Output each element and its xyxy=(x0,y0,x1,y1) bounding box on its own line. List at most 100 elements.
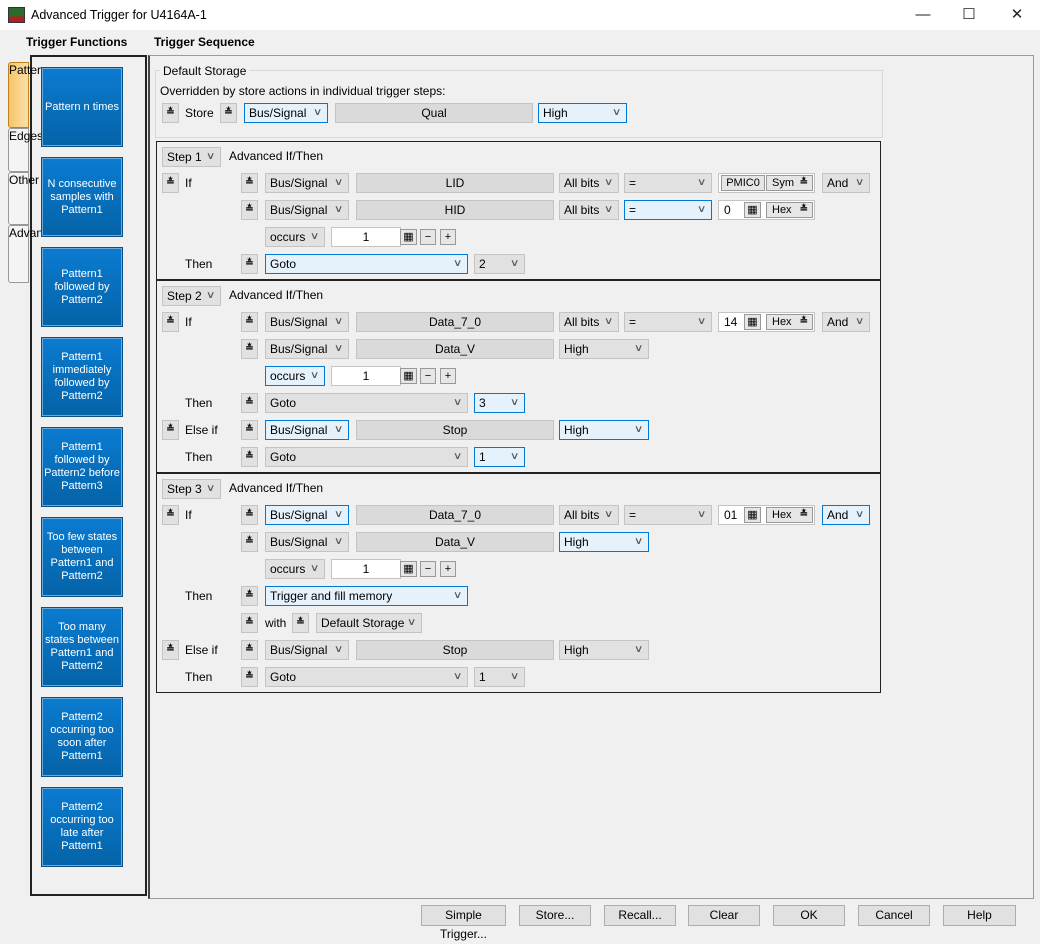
level-select[interactable]: High xyxy=(559,420,649,440)
op-select[interactable]: = xyxy=(624,200,712,220)
step-select[interactable]: Step 3 xyxy=(162,479,221,499)
expand-chevron-icon[interactable]: ≛ xyxy=(241,640,258,660)
value-input[interactable]: 14 ▦ Hex ≛ xyxy=(718,312,815,332)
format-select[interactable]: Sym ≛ xyxy=(766,175,813,191)
step-select[interactable]: Step 2 xyxy=(162,286,221,306)
function-button[interactable]: Too many states between Pattern1 and Pat… xyxy=(41,607,123,687)
format-select[interactable]: Hex ≛ xyxy=(766,202,813,218)
simple-trigger-button[interactable]: Simple Trigger... xyxy=(421,905,506,941)
expand-chevron-icon[interactable]: ≛ xyxy=(241,505,258,525)
expand-chevron-icon[interactable]: ≛ xyxy=(162,505,179,525)
close-button[interactable]: ✕ xyxy=(994,0,1040,30)
level-select[interactable]: High xyxy=(559,640,649,660)
calculator-icon[interactable]: ▦ xyxy=(400,561,417,577)
clear-button[interactable]: Clear xyxy=(688,905,760,926)
signal-type-select[interactable]: Bus/Signal xyxy=(265,420,349,440)
minimize-button[interactable]: — xyxy=(900,0,946,30)
goto-select[interactable]: 1 xyxy=(474,667,525,687)
expand-chevron-icon[interactable]: ≛ xyxy=(241,613,258,633)
value-text[interactable]: 14 xyxy=(724,313,737,331)
expand-chevron-icon[interactable]: ≛ xyxy=(241,667,258,687)
tab-patterns[interactable]: Patterns xyxy=(8,62,54,128)
logic-select[interactable]: And xyxy=(822,173,870,193)
tab-other[interactable]: Other xyxy=(8,172,39,225)
action-select[interactable]: Goto xyxy=(265,447,468,467)
expand-chevron-icon[interactable]: ≛ xyxy=(162,312,179,332)
value-input[interactable]: PMIC0 Sym ≛ xyxy=(718,173,815,193)
signal-field[interactable]: Stop xyxy=(356,640,554,660)
expand-chevron-icon[interactable]: ≛ xyxy=(241,447,258,467)
value-text[interactable]: 01 xyxy=(724,506,737,524)
tab-advanced[interactable]: Advanced xyxy=(8,225,62,283)
expand-chevron-icon[interactable]: ≛ xyxy=(162,420,179,440)
level-select[interactable]: High xyxy=(559,532,649,552)
function-button[interactable]: Pattern1 followed by Pattern2 before Pat… xyxy=(41,427,123,507)
expand-chevron-icon[interactable]: ≛ xyxy=(241,312,258,332)
calculator-icon[interactable]: ▦ xyxy=(744,202,761,218)
increment-button[interactable]: + xyxy=(440,561,456,577)
expand-chevron-icon[interactable]: ≛ xyxy=(241,339,258,359)
storage-select[interactable]: Default Storage xyxy=(316,613,422,633)
occurrence-count-input[interactable]: 1 xyxy=(331,366,401,386)
signal-field[interactable]: Data_7_0 xyxy=(356,312,554,332)
format-select[interactable]: Hex ≛ xyxy=(766,314,813,330)
expand-chevron-icon[interactable]: ≛ xyxy=(241,254,258,274)
signal-type-select[interactable]: Bus/Signal xyxy=(265,312,349,332)
format-select[interactable]: Hex ≛ xyxy=(766,507,813,523)
step-select[interactable]: Step 1 xyxy=(162,147,221,167)
occurrence-count-input[interactable]: 1 xyxy=(331,559,401,579)
expand-chevron-icon[interactable]: ≛ xyxy=(162,640,179,660)
bits-select[interactable]: All bits xyxy=(559,505,619,525)
level-select[interactable]: High xyxy=(559,339,649,359)
function-button[interactable]: Pattern1 followed by Pattern2 xyxy=(41,247,123,327)
occurs-select[interactable]: occurs xyxy=(265,366,325,386)
expand-chevron-icon[interactable]: ≛ xyxy=(241,532,258,552)
expand-chevron-icon[interactable]: ≛ xyxy=(241,200,258,220)
bits-select[interactable]: All bits xyxy=(559,173,619,193)
expand-chevron-icon[interactable]: ≛ xyxy=(241,420,258,440)
ok-button[interactable]: OK xyxy=(773,905,845,926)
signal-field[interactable]: Data_V xyxy=(356,339,554,359)
bits-select[interactable]: All bits xyxy=(559,200,619,220)
signal-type-select[interactable]: Bus/Signal xyxy=(265,640,349,660)
calculator-icon[interactable]: ▦ xyxy=(744,507,761,523)
expand-chevron-icon[interactable]: ≛ xyxy=(292,613,309,633)
value-input[interactable]: 0 ▦ Hex ≛ xyxy=(718,200,815,220)
value-text[interactable]: 0 xyxy=(724,201,731,219)
store-button[interactable]: Store... xyxy=(519,905,591,926)
function-button[interactable]: Pattern1 immediately followed by Pattern… xyxy=(41,337,123,417)
occurs-select[interactable]: occurs xyxy=(265,559,325,579)
function-button[interactable]: Too few states between Pattern1 and Patt… xyxy=(41,517,123,597)
signal-field[interactable]: HID xyxy=(356,200,554,220)
storage-signal-field[interactable]: Qual xyxy=(335,103,533,123)
action-select[interactable]: Goto xyxy=(265,393,468,413)
signal-type-select[interactable]: Bus/Signal xyxy=(265,532,349,552)
function-button[interactable]: Pattern2 occurring too late after Patter… xyxy=(41,787,123,867)
signal-field[interactable]: Data_7_0 xyxy=(356,505,554,525)
cancel-button[interactable]: Cancel xyxy=(858,905,930,926)
expand-chevron-icon[interactable]: ≛ xyxy=(162,173,179,193)
expand-chevron-icon[interactable]: ≛ xyxy=(241,586,258,606)
op-select[interactable]: = xyxy=(624,505,712,525)
recall-button[interactable]: Recall... xyxy=(604,905,676,926)
goto-select[interactable]: 2 xyxy=(474,254,525,274)
decrement-button[interactable]: − xyxy=(420,561,436,577)
decrement-button[interactable]: − xyxy=(420,368,436,384)
action-select[interactable]: Goto xyxy=(265,667,468,687)
logic-select[interactable]: And xyxy=(822,312,870,332)
expand-chevron-icon[interactable]: ≛ xyxy=(162,103,179,123)
help-button[interactable]: Help xyxy=(943,905,1016,926)
occurrence-count-input[interactable]: 1 xyxy=(331,227,401,247)
bits-select[interactable]: All bits xyxy=(559,312,619,332)
action-select[interactable]: Goto xyxy=(265,254,468,274)
signal-type-select[interactable]: Bus/Signal xyxy=(265,173,349,193)
function-button[interactable]: Pattern2 occurring too soon after Patter… xyxy=(41,697,123,777)
storage-level-select[interactable]: High xyxy=(538,103,627,123)
signal-type-select[interactable]: Bus/Signal xyxy=(265,505,349,525)
maximize-button[interactable]: ☐ xyxy=(946,0,992,30)
expand-chevron-icon[interactable]: ≛ xyxy=(241,173,258,193)
expand-chevron-icon[interactable]: ≛ xyxy=(220,103,237,123)
function-button[interactable]: N consecutive samples with Pattern1 xyxy=(41,157,123,237)
signal-field[interactable]: Data_V xyxy=(356,532,554,552)
tab-edges[interactable]: Edges xyxy=(8,128,43,172)
